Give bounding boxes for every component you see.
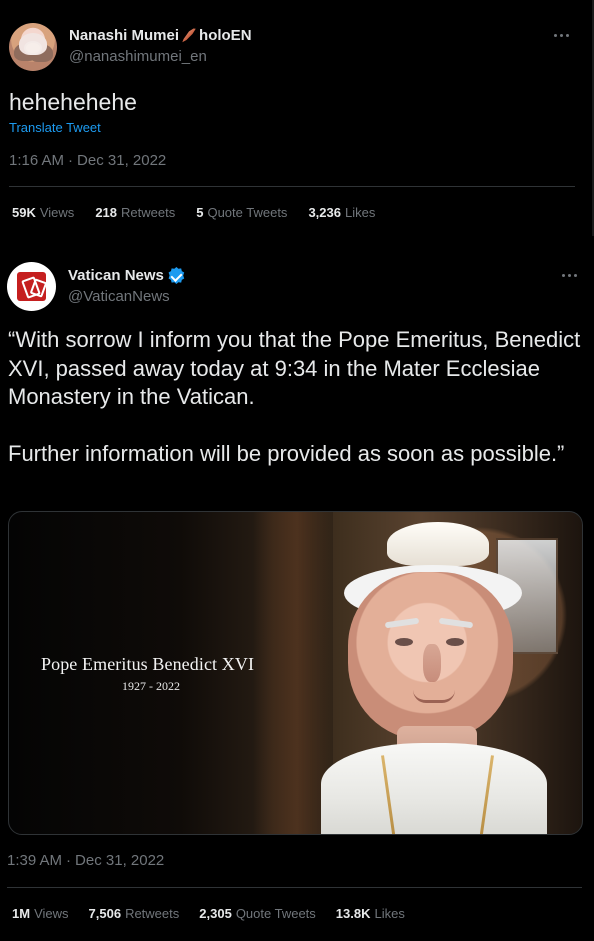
verified-badge-icon: [168, 267, 185, 284]
tweet1-views-count: 59K: [12, 205, 36, 220]
tweet2-author-name-row[interactable]: Vatican News: [68, 267, 185, 284]
robe-shape: [321, 743, 547, 834]
feather-icon: [182, 28, 196, 43]
tweet1-likes-stat[interactable]: 3,236 Likes: [308, 205, 375, 220]
zucchetto-shape: [387, 522, 489, 566]
pope-portrait: [311, 520, 547, 834]
tweet1-author-name-row[interactable]: Nanashi Mumei holoEN: [69, 27, 252, 44]
tweet2-retweets-label: Retweets: [125, 906, 180, 921]
tweet2-likes-count: 13.8K: [335, 906, 371, 921]
nose-shape: [423, 644, 441, 682]
tweet1-time-separator: ·: [68, 152, 74, 169]
tweet2-text: “With sorrow I inform you that the Pope …: [8, 327, 581, 466]
tweet1-time[interactable]: 1:16 AM: [9, 152, 64, 169]
tweet1-author-name[interactable]: Nanashi Mumei: [69, 27, 179, 44]
tweet1-author-avatar[interactable]: [9, 23, 57, 71]
more-horizontal-icon[interactable]: [562, 268, 580, 282]
tweet2-retweets-stat[interactable]: 7,506 Retweets: [89, 906, 180, 921]
tweet1-timestamp[interactable]: 1:16 AM · Dec 31, 2022: [9, 152, 166, 169]
tweet2-media-image[interactable]: Pope Emeritus Benedict XVI 1927 - 2022: [8, 511, 583, 835]
vatican-news-logo-icon: [17, 272, 46, 301]
tweet2-quote-tweets-count: 2,305: [199, 906, 232, 921]
tweet2-likes-stat[interactable]: 13.8K Likes: [336, 906, 405, 921]
tweet1-retweets-count: 218: [95, 205, 118, 220]
tweet2-time[interactable]: 1:39 AM: [7, 852, 62, 869]
tweet2-divider: [7, 887, 582, 888]
tweet1-author-suffix[interactable]: holoEN: [199, 27, 252, 44]
tweet2-views-label: Views: [34, 906, 69, 921]
tweet2-stats: 1M Views 7,506 Retweets 2,305 Quote Twee…: [12, 906, 405, 921]
left-eye-shape: [395, 638, 413, 646]
tweet2-retweets-count: 7,506: [88, 906, 122, 921]
tweet1-author-handle[interactable]: @nanashimumei_en: [69, 48, 207, 65]
tweet2-author-name[interactable]: Vatican News: [68, 267, 164, 284]
tweet1-date[interactable]: Dec 31, 2022: [77, 152, 166, 169]
tweet1-quote-tweets-label: Quote Tweets: [207, 205, 288, 220]
right-eye-shape: [446, 638, 464, 646]
tweet1-views-label: Views: [39, 205, 75, 220]
media-title: Pope Emeritus Benedict XVI: [41, 654, 255, 674]
tweet2-quote-tweets-label: Quote Tweets: [235, 906, 316, 921]
tweet2-likes-label: Likes: [374, 906, 405, 921]
translate-tweet-link[interactable]: Translate Tweet: [9, 120, 101, 135]
mouth-shape: [413, 690, 455, 703]
tweet2-views-stat[interactable]: 1M Views: [12, 906, 69, 921]
tweet2-date[interactable]: Dec 31, 2022: [75, 852, 164, 869]
tweet1-retweets-label: Retweets: [121, 205, 176, 220]
media-dates: 1927 - 2022: [122, 679, 180, 693]
tweet1-quote-tweets-count: 5: [196, 205, 204, 220]
tweet1-quote-tweets-stat[interactable]: 5 Quote Tweets: [196, 205, 287, 220]
tweet2-time-separator: ·: [66, 852, 72, 869]
tweet1-likes-label: Likes: [344, 205, 376, 220]
tweet1-views-stat[interactable]: 59K Views: [12, 205, 74, 220]
tweet1-text: hehehehehe: [9, 89, 137, 115]
tweet1-stats: 59K Views 218 Retweets 5 Quote Tweets 3,…: [12, 205, 375, 220]
tweet1-likes-count: 3,236: [308, 205, 341, 220]
more-horizontal-icon[interactable]: [554, 28, 572, 42]
tweet1-divider: [9, 186, 575, 187]
tweet2-timestamp[interactable]: 1:39 AM · Dec 31, 2022: [7, 852, 164, 869]
tweet1-retweets-stat[interactable]: 218 Retweets: [95, 205, 175, 220]
tweet2-author-handle[interactable]: @VaticanNews: [68, 288, 170, 305]
tweet2-quote-tweets-stat[interactable]: 2,305 Quote Tweets: [199, 906, 316, 921]
tweet2-author-avatar[interactable]: [7, 262, 56, 311]
tweet2-views-count: 1M: [12, 906, 31, 921]
